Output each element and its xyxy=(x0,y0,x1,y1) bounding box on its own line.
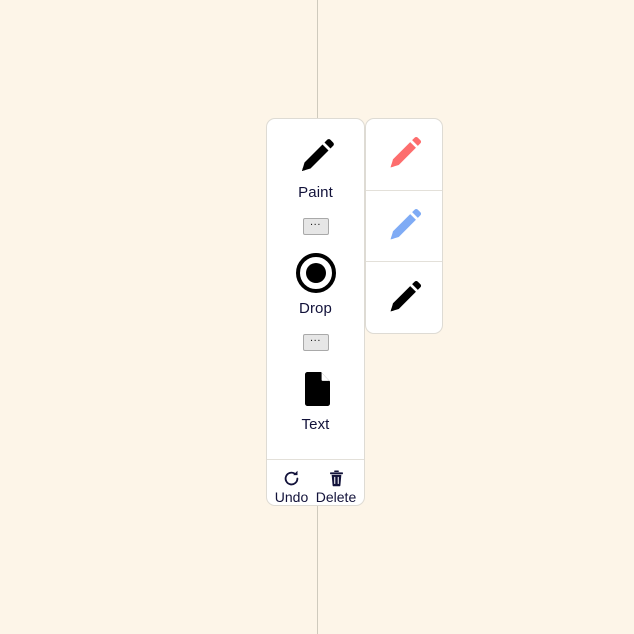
pencil-option-red[interactable] xyxy=(366,119,442,190)
overflow-dots-label: ... xyxy=(310,332,321,344)
pencil-option-blue[interactable] xyxy=(366,189,442,262)
overflow-button-drop[interactable]: ... xyxy=(302,332,329,351)
overflow-dots-label: ... xyxy=(310,216,321,228)
overflow-row-paint: ... xyxy=(302,212,329,235)
pencil-icon xyxy=(294,135,338,179)
undo-button[interactable]: Undo xyxy=(275,469,308,505)
tool-entry-text: Text xyxy=(267,351,364,433)
tool-entry-drop: Drop ... xyxy=(267,235,364,351)
tool-button-drop[interactable]: Drop xyxy=(294,235,338,317)
undo-label: Undo xyxy=(274,489,309,505)
delete-button[interactable]: Delete xyxy=(316,469,356,505)
delete-label: Delete xyxy=(315,489,357,505)
tool-label-drop: Drop xyxy=(299,300,332,317)
pencil-icon-black xyxy=(383,277,425,319)
pencil-icon-blue xyxy=(383,205,425,247)
tool-label-text: Text xyxy=(301,416,330,433)
pencil-icon-red xyxy=(383,133,425,175)
pencil-color-flyout xyxy=(365,118,443,334)
overflow-button-paint[interactable]: ... xyxy=(302,216,329,235)
drop-ring-icon xyxy=(294,251,338,295)
tool-button-paint[interactable]: Paint xyxy=(294,119,338,201)
document-icon xyxy=(294,367,338,411)
trash-icon xyxy=(326,469,346,488)
overflow-row-drop: ... xyxy=(302,328,329,351)
tool-button-text[interactable]: Text xyxy=(294,351,338,433)
pencil-option-black[interactable] xyxy=(366,261,442,333)
palette-action-bar: Undo Delete xyxy=(267,459,364,505)
tool-entry-paint: Paint ... xyxy=(267,119,364,235)
tool-palette: Paint ... Drop ... Text Undo Delete xyxy=(266,118,365,506)
tool-label-paint: Paint xyxy=(298,184,333,201)
circular-arrow-icon xyxy=(282,469,302,488)
